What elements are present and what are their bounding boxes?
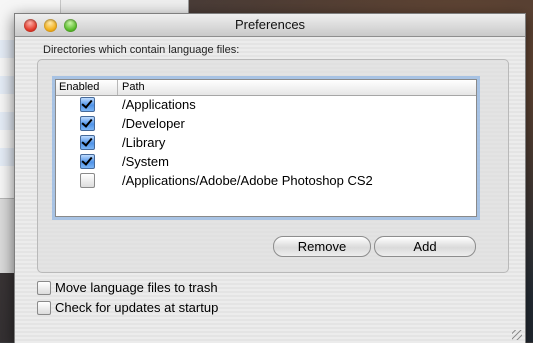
path-cell: /Library <box>122 135 166 150</box>
move-to-trash-label[interactable]: Move language files to trash <box>55 280 218 295</box>
title-bar[interactable]: Preferences <box>15 14 525 37</box>
enabled-checkbox[interactable] <box>80 116 95 131</box>
column-header-path[interactable]: Path <box>122 81 145 93</box>
enabled-checkbox[interactable] <box>80 135 95 150</box>
move-to-trash-checkbox[interactable] <box>37 281 51 295</box>
path-cell: /Applications <box>122 97 196 112</box>
enabled-checkbox[interactable] <box>80 97 95 112</box>
enabled-checkbox[interactable] <box>80 154 95 169</box>
check-updates-checkbox[interactable] <box>37 301 51 315</box>
add-button[interactable]: Add <box>374 236 476 257</box>
resize-grip-icon[interactable] <box>512 330 522 340</box>
directories-group: Enabled Path /Applications /Developer /L… <box>37 59 509 273</box>
table-row[interactable]: /Library <box>56 134 476 153</box>
path-cell: /Developer <box>122 116 185 131</box>
column-divider <box>117 80 118 95</box>
enabled-checkbox[interactable] <box>80 173 95 188</box>
table-header: Enabled Path <box>56 80 476 96</box>
table-row[interactable]: /Applications/Adobe/Adobe Photoshop CS2 <box>56 172 476 191</box>
table-row[interactable]: /System <box>56 153 476 172</box>
directories-table[interactable]: Enabled Path /Applications /Developer /L… <box>55 79 477 217</box>
table-row[interactable]: /Developer <box>56 115 476 134</box>
check-updates-label[interactable]: Check for updates at startup <box>55 300 218 315</box>
path-cell: /Applications/Adobe/Adobe Photoshop CS2 <box>122 173 373 188</box>
remove-button[interactable]: Remove <box>273 236 371 257</box>
path-cell: /System <box>122 154 169 169</box>
preferences-window: Preferences Directories which contain la… <box>14 13 526 343</box>
directories-group-label: Directories which contain language files… <box>43 44 240 56</box>
column-header-enabled[interactable]: Enabled <box>59 81 99 93</box>
table-row[interactable]: /Applications <box>56 96 476 115</box>
window-title: Preferences <box>234 17 306 32</box>
